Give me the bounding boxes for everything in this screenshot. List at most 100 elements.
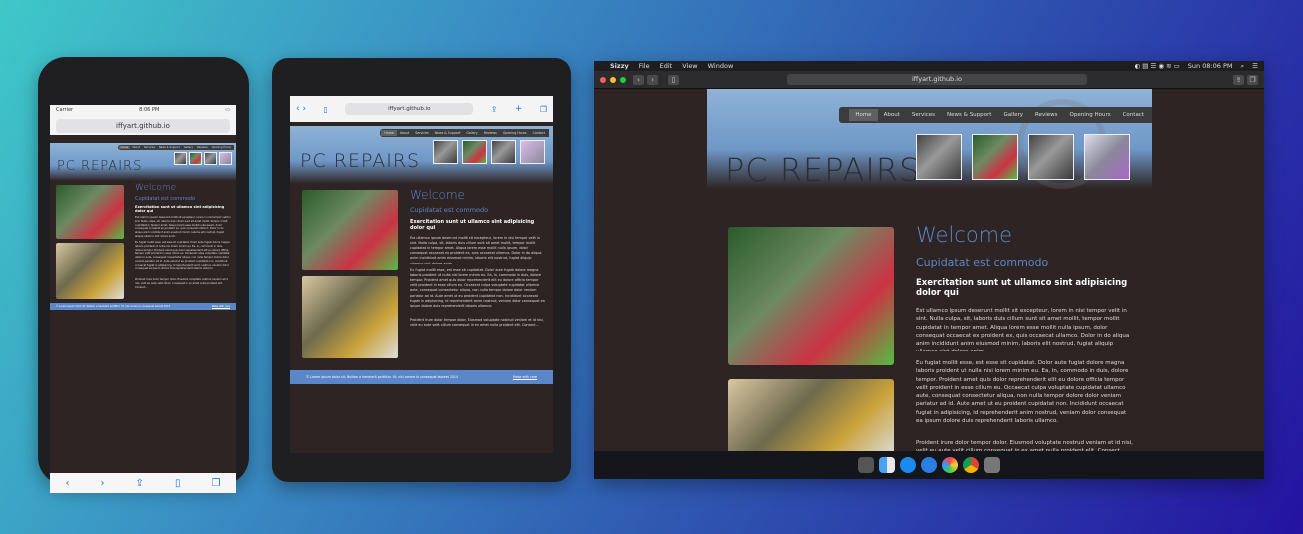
back-icon[interactable]: ‹ [66,478,70,489]
psu-image [728,379,894,451]
bold-heading: Exercitation sunt ut ullamco sint adipis… [916,278,1128,298]
app-store-icon[interactable] [900,457,916,473]
add-tab-icon[interactable]: + [515,104,523,114]
nav-gallery[interactable]: Gallery [463,130,480,136]
bold-heading: Exercitation sunt ut ullamco sint adipis… [135,205,225,213]
paragraph-1: Est ullamco ipsum deserunt mollit sit ex… [410,236,542,264]
psu-image [56,243,124,299]
paragraph-1: Est ullamco ipsum deserunt mollit sit ex… [916,308,1130,351]
nav-hours[interactable]: Opening Hours [500,130,530,136]
nav-contact[interactable]: Contact [530,130,548,136]
thumb-image [1028,134,1074,180]
forward-icon[interactable]: › [101,478,105,489]
nav-gallery[interactable]: Gallery [997,109,1029,121]
share-icon[interactable]: ⇪ [136,478,144,489]
menu-file[interactable]: File [639,62,650,70]
footer-link[interactable]: Make with care [513,375,537,379]
settings-icon[interactable] [984,457,1000,473]
nav-news[interactable]: News & Support [941,109,997,121]
tabs-icon[interactable]: ❐ [211,478,220,489]
finder-icon[interactable] [879,457,895,473]
back-icon[interactable]: ‹ [633,74,644,85]
thumb-image [972,134,1018,180]
tablet-safari-bar: ‹ › ▯ iffyart.github.io ⇪ + ❐ [290,96,553,122]
nav-reviews[interactable]: Reviews [195,146,210,149]
nav-services[interactable]: Services [906,109,941,121]
site-logo: PC REPAIRS [725,151,921,189]
forward-icon[interactable]: › [647,74,658,85]
phone-nav[interactable]: Home About Services News & Support Galle… [117,145,234,150]
menu-edit[interactable]: Edit [660,62,673,70]
nav-hours[interactable]: Opening Hours [1064,109,1117,121]
share-icon[interactable]: ⇪ [1233,74,1244,85]
nav-home[interactable]: Home [849,109,878,121]
nav-about[interactable]: About [130,146,142,149]
bookmarks-icon[interactable]: ▯ [175,478,181,489]
nav-services[interactable]: Services [142,146,157,149]
tabs-icon[interactable]: ❐ [540,105,547,114]
site-footer: © Lorem ipsum dolor sit. Nullam a hendre… [290,370,553,384]
nav-news[interactable]: News & Support [432,130,464,136]
paragraph-3: Proident irure dolor tempor dolor. Eiusm… [410,318,544,328]
nav-services[interactable]: Services [412,130,431,136]
battery-icon: ▭ [225,107,230,113]
paragraph-2: Eu fugiat mollit esse, est esse sit cupi… [135,241,230,271]
welcome-heading: Welcome [916,223,1013,247]
tablet-url-field[interactable]: iffyart.github.io [345,103,474,115]
desktop-site-header: Home About Services News & Support Galle… [707,89,1152,189]
control-center-icon[interactable]: ☰ [1252,62,1258,71]
sidebar-icon[interactable]: ▯ [668,74,679,85]
tablet-content: Welcome Cupidatat est commodo Exercitati… [290,184,553,362]
photos-icon[interactable] [942,457,958,473]
footer-link[interactable]: Make with care [212,305,230,308]
desktop-nav[interactable]: Home About Services News & Support Galle… [839,107,1152,123]
thumb-image [491,140,516,164]
thumb-image [204,152,217,165]
share-icon[interactable]: ⇪ [491,105,498,114]
motherboard-image [302,190,398,270]
safari-icon[interactable] [921,457,937,473]
status-icons[interactable]: ◐ ▤ ☰ ◉ ≋ ▭ [1135,62,1180,71]
close-icon[interactable] [600,76,606,83]
bookmarks-icon[interactable]: ▯ [323,105,327,114]
nav-home[interactable]: Home [118,146,131,149]
nav-reviews[interactable]: Reviews [481,130,500,136]
thumb-image [1084,134,1130,180]
menu-app[interactable]: Sizzy [610,62,629,70]
tabs-icon[interactable]: ❐ [1247,74,1258,85]
search-icon[interactable]: ⌕ [1241,62,1245,71]
mac-menubar: Sizzy File Edit View Window ◐ ▤ ☰ ◉ ≋ ▭ … [594,61,1264,71]
nav-gallery[interactable]: Gallery [182,146,195,149]
nav-about[interactable]: About [878,109,906,121]
phone-toolbar: ‹ › ⇪ ▯ ❐ [50,473,236,493]
launchpad-icon[interactable] [858,457,874,473]
nav-about[interactable]: About [397,130,412,136]
subheading: Cupidatat est commodo [410,206,489,214]
site-footer: © Lorem ipsum dolor sit. Nullam a hendre… [50,303,236,310]
menu-view[interactable]: View [682,62,697,70]
nav-news[interactable]: News & Support [157,146,182,149]
paragraph-2: Eu fugiat mollit esse, est esse sit cupi… [916,360,1129,424]
phone-device: Carrier 8:06 PM ▭ iffyart.github.io Home… [38,57,249,493]
tablet-nav[interactable]: Home About Services News & Support Galle… [380,129,549,137]
psu-image [302,276,398,358]
maximize-icon[interactable] [620,76,626,83]
nav-reviews[interactable]: Reviews [1029,109,1064,121]
menu-window[interactable]: Window [708,62,734,70]
nav-home[interactable]: Home [381,130,397,136]
thumb-image [189,152,202,165]
desktop-window: Sizzy File Edit View Window ◐ ▤ ☰ ◉ ≋ ▭ … [594,61,1264,479]
desktop-url-field[interactable]: iffyart.github.io [787,74,1087,85]
minimize-icon[interactable] [610,76,616,83]
carrier-label: Carrier [56,107,74,113]
menubar-clock[interactable]: Sun 08:06 PM [1188,62,1233,71]
motherboard-image [728,227,894,365]
subheading: Cupidatat est commodo [916,256,1049,269]
header-thumbs [916,134,1130,180]
nav-hours[interactable]: Opening Hours [210,146,233,149]
chrome-icon[interactable] [963,457,979,473]
nav-contact[interactable]: Contact [1117,109,1150,121]
phone-url-field[interactable]: iffyart.github.io [56,119,230,133]
thumb-image [916,134,962,180]
back-icon[interactable]: ‹ › [296,104,306,114]
